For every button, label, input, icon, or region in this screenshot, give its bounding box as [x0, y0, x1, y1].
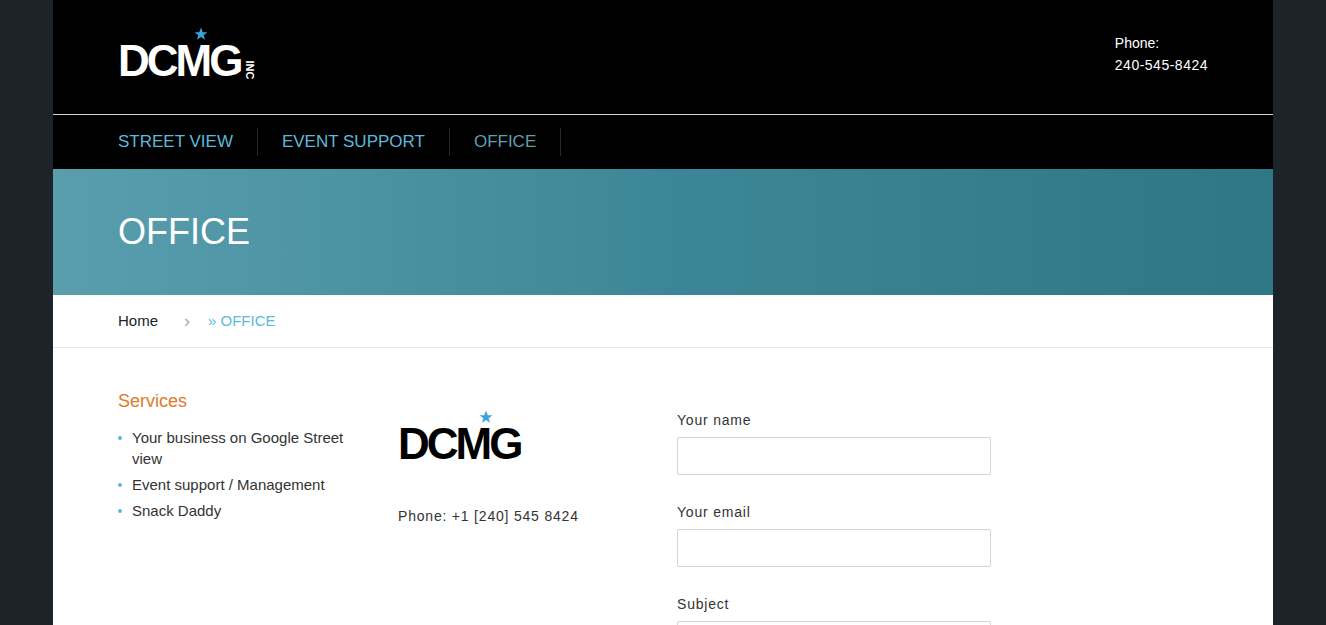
main-nav: STREET VIEWEVENT SUPPORTOFFICE — [53, 115, 1273, 169]
breadcrumb-separator: › — [184, 308, 190, 335]
bullet-icon — [118, 483, 122, 487]
header: DCMGINC Phone:240-545-8424 — [53, 0, 1273, 115]
page: DCMGINC Phone:240-545-8424 STREET VIEWEVEN… — [0, 0, 1326, 625]
banner-title: OFFICE — [118, 205, 250, 259]
breadcrumb-home[interactable]: Home — [118, 310, 158, 333]
nav-item[interactable]: EVENT SUPPORT — [258, 128, 450, 156]
services-item[interactable]: Snack Daddy — [118, 500, 368, 521]
services-item[interactable]: Your business on Google Street view — [118, 427, 368, 469]
text-input[interactable] — [677, 437, 991, 475]
form-field: Your name — [677, 410, 991, 475]
bullet-icon — [118, 436, 122, 440]
header-phone: Phone:240-545-8424 — [1115, 32, 1208, 82]
text-input[interactable] — [677, 529, 991, 567]
contact-form: Your name Your email Subject — [677, 388, 991, 625]
field-label: Your name — [677, 410, 991, 431]
form-field: Subject — [677, 594, 991, 625]
text-input[interactable] — [677, 621, 991, 625]
field-label: Your email — [677, 502, 991, 523]
breadcrumb: Home › » OFFICE — [53, 295, 1273, 348]
services-title: Services — [118, 388, 368, 415]
banner: OFFICE — [53, 169, 1273, 295]
site-container: DCMGINC Phone:240-545-8424 STREET VIEWEVEN… — [53, 0, 1273, 625]
services-item[interactable]: Event support / Management — [118, 474, 368, 495]
star-icon — [194, 27, 208, 41]
form-field: Your email — [677, 502, 991, 567]
contact-phone: Phone: +1 [240] 545 8424 — [398, 506, 677, 527]
star-icon — [479, 410, 493, 424]
logo[interactable]: DCMGINC — [118, 31, 256, 83]
nav-item[interactable]: OFFICE — [450, 128, 561, 156]
services-list: Your business on Google Street view Event… — [118, 427, 368, 521]
field-label: Subject — [677, 594, 991, 615]
content: Services Your business on Google Street v… — [53, 348, 1273, 625]
breadcrumb-current: » OFFICE — [208, 310, 276, 333]
phone-number[interactable]: 240-545-8424 — [1115, 54, 1208, 76]
nav-item[interactable]: STREET VIEW — [118, 128, 258, 156]
contact-column: DCMG Phone: +1 [240] 545 8424 — [398, 388, 677, 625]
phone-label: Phone: — [1115, 32, 1208, 54]
services-column: Services Your business on Google Street v… — [118, 388, 398, 625]
contact-logo: DCMG — [398, 412, 520, 466]
bullet-icon — [118, 509, 122, 513]
